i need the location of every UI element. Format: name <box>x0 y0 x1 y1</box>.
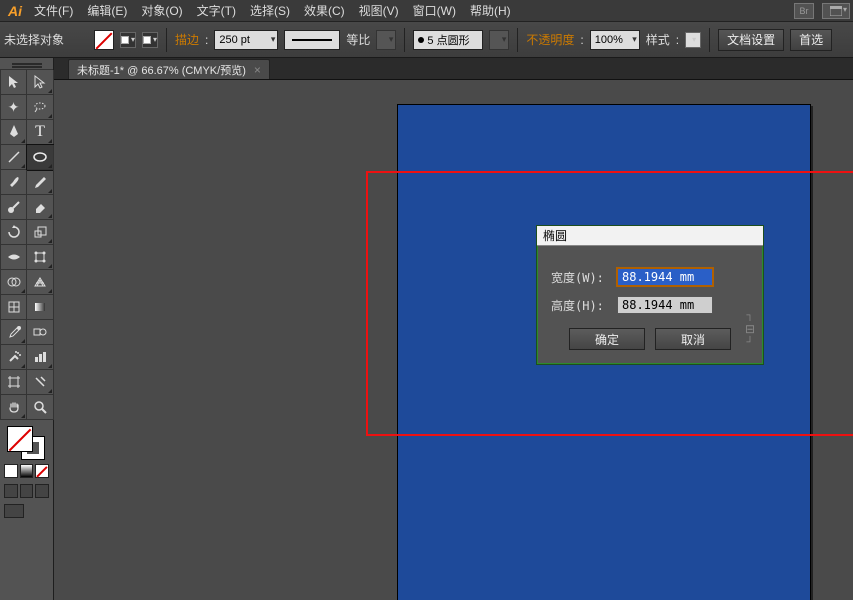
style-label: 样式 <box>646 31 670 48</box>
tool-artboard[interactable] <box>0 370 27 395</box>
ok-button[interactable]: 确定 <box>569 328 645 350</box>
tool-hand[interactable] <box>0 395 27 420</box>
stroke-weight-input[interactable]: 250 pt <box>214 30 278 50</box>
tool-type[interactable]: T <box>27 120 54 145</box>
tab-close-icon[interactable]: × <box>254 63 261 77</box>
tools-panel: ✦ T <box>0 58 54 600</box>
bridge-button[interactable]: Br <box>794 3 814 19</box>
menu-view[interactable]: 视图(V) <box>353 1 405 20</box>
brush-definition[interactable]: 5 点圆形 <box>413 30 483 50</box>
menu-edit[interactable]: 编辑(E) <box>81 1 133 20</box>
constrain-proportions-icon[interactable]: ⊟ <box>745 310 755 348</box>
tools-panel-grip[interactable] <box>0 58 53 70</box>
draw-normal[interactable] <box>4 484 18 498</box>
fill-swatch[interactable] <box>94 30 114 50</box>
document-setup-button[interactable]: 文档设置 <box>718 29 784 51</box>
tool-magic-wand[interactable]: ✦ <box>0 95 27 120</box>
preferences-button[interactable]: 首选 <box>790 29 832 51</box>
fill-stroke-swatch[interactable] <box>7 426 47 460</box>
draw-behind[interactable] <box>20 484 34 498</box>
menu-select[interactable]: 选择(S) <box>244 1 296 20</box>
stroke-label[interactable]: 描边 <box>175 31 199 48</box>
height-label: 高度(H): <box>551 297 611 314</box>
tool-blend[interactable] <box>27 320 54 345</box>
tool-column-graph[interactable] <box>27 345 54 370</box>
menu-object[interactable]: 对象(O) <box>135 1 188 20</box>
dialog-titlebar[interactable]: 椭圆 <box>537 226 763 246</box>
selection-status: 未选择对象 <box>4 31 64 48</box>
tool-free-transform[interactable] <box>27 245 54 270</box>
tool-blob-brush[interactable] <box>0 195 27 220</box>
tool-scale[interactable] <box>27 220 54 245</box>
tool-pencil[interactable] <box>27 170 54 195</box>
menu-bar: Ai 文件(F) 编辑(E) 对象(O) 文字(T) 选择(S) 效果(C) 视… <box>0 0 853 22</box>
tool-slice[interactable] <box>27 370 54 395</box>
graphic-style-dropdown[interactable] <box>685 32 701 48</box>
tool-width[interactable] <box>0 245 27 270</box>
tool-line-segment[interactable] <box>0 145 27 170</box>
width-input[interactable]: 88.1944 mm <box>617 268 713 286</box>
draw-inside[interactable] <box>35 484 49 498</box>
fill-swatch-dropdown[interactable] <box>120 32 136 48</box>
color-mode-gradient[interactable] <box>20 464 34 478</box>
control-bar: 未选择对象 描边 : 250 pt 等比 5 点圆形 不透明度 : 100% 样… <box>0 22 853 58</box>
document-tab-bar: 未标题-1* @ 66.67% (CMYK/预览) × <box>0 58 853 80</box>
draw-mode-row <box>0 482 53 500</box>
tool-shape-builder[interactable] <box>0 270 27 295</box>
tool-paintbrush[interactable] <box>0 170 27 195</box>
stroke-swatch-dropdown[interactable] <box>142 32 158 48</box>
opacity-label[interactable]: 不透明度 <box>526 31 574 48</box>
tool-zoom[interactable] <box>27 395 54 420</box>
color-mode-none[interactable] <box>35 464 49 478</box>
tool-ellipse[interactable] <box>27 145 54 170</box>
tool-selection[interactable] <box>0 70 27 95</box>
tool-rotate[interactable] <box>0 220 27 245</box>
tool-mesh[interactable] <box>0 295 27 320</box>
tool-direct-selection[interactable] <box>27 70 54 95</box>
ellipse-dialog: 椭圆 宽度(W): 88.1944 mm 高度(H): 88.1944 mm ⊟… <box>536 225 764 365</box>
tool-symbol-sprayer[interactable] <box>0 345 27 370</box>
fill-swatch-icon <box>7 426 33 452</box>
color-mode-solid[interactable] <box>4 464 18 478</box>
document-tab-title: 未标题-1* @ 66.67% (CMYK/预览) <box>77 62 246 78</box>
arrange-documents-button[interactable] <box>822 3 850 19</box>
tool-gradient[interactable] <box>27 295 54 320</box>
screen-mode-row <box>0 502 53 520</box>
app-badge-icon: Ai <box>4 2 26 20</box>
brush-dot-icon <box>418 37 424 43</box>
canvas-area[interactable]: 椭圆 宽度(W): 88.1944 mm 高度(H): 88.1944 mm ⊟… <box>54 80 853 600</box>
tool-pen[interactable] <box>0 120 27 145</box>
menu-effect[interactable]: 效果(C) <box>298 1 351 20</box>
color-mode-row <box>0 462 53 480</box>
width-label: 宽度(W): <box>551 269 611 286</box>
brush-dropdown[interactable] <box>489 30 509 50</box>
tool-eraser[interactable] <box>27 195 54 220</box>
menu-type[interactable]: 文字(T) <box>191 1 242 20</box>
screen-mode-button[interactable] <box>4 504 24 518</box>
tool-eyedropper[interactable] <box>0 320 27 345</box>
tools-grid: ✦ T <box>0 70 53 420</box>
cancel-button[interactable]: 取消 <box>655 328 731 350</box>
height-input[interactable]: 88.1944 mm <box>617 296 713 314</box>
scale-label: 等比 <box>346 31 370 48</box>
scale-dropdown[interactable] <box>376 30 396 50</box>
document-tab[interactable]: 未标题-1* @ 66.67% (CMYK/预览) × <box>68 59 270 79</box>
variable-width-profile[interactable] <box>284 30 340 50</box>
menu-window[interactable]: 窗口(W) <box>407 1 462 20</box>
opacity-input[interactable]: 100% <box>590 30 640 50</box>
menu-help[interactable]: 帮助(H) <box>464 1 517 20</box>
menu-file[interactable]: 文件(F) <box>28 1 79 20</box>
brush-label: 5 点圆形 <box>427 32 469 48</box>
tool-perspective-grid[interactable] <box>27 270 54 295</box>
tool-lasso[interactable] <box>27 95 54 120</box>
